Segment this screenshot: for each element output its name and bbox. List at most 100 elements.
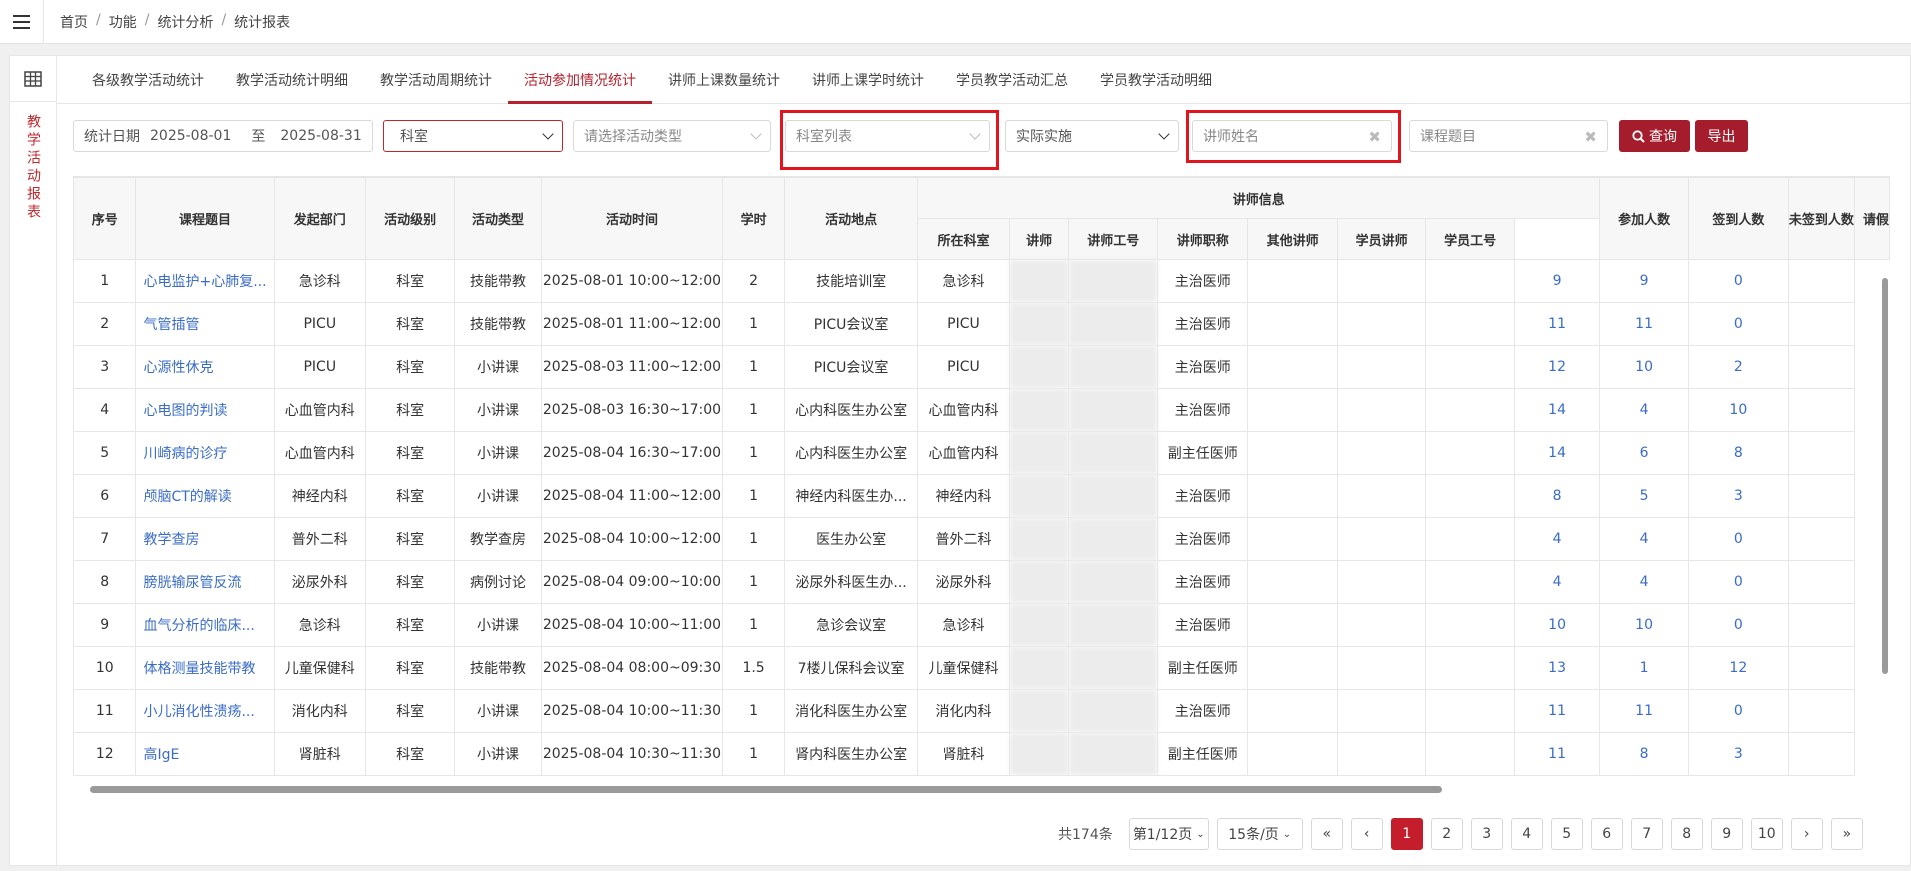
course-title-link[interactable]: 高IgE bbox=[135, 732, 275, 776]
row-signed-count[interactable]: 4 bbox=[1599, 560, 1689, 604]
row-signed-count[interactable]: 10 bbox=[1599, 345, 1689, 389]
course-title-link[interactable]: 体格测量技能带教 bbox=[135, 646, 275, 690]
page-number-button[interactable]: 4 bbox=[1510, 818, 1543, 850]
page-number-button[interactable]: 6 bbox=[1590, 818, 1623, 850]
course-title-link[interactable]: 血气分析的临床... bbox=[135, 603, 275, 647]
course-title-link[interactable]: 教学查房 bbox=[135, 517, 275, 561]
course-title-link[interactable]: 心源性休克 bbox=[135, 345, 275, 389]
course-title-link[interactable]: 心电图的判读 bbox=[135, 388, 275, 432]
row-joined-count[interactable]: 8 bbox=[1513, 474, 1601, 518]
course-title-link[interactable]: 气管插管 bbox=[135, 302, 275, 346]
row-unsigned-count[interactable]: 3 bbox=[1687, 732, 1789, 776]
row-unsigned-count[interactable]: 10 bbox=[1687, 388, 1789, 432]
page-number-button[interactable]: 2 bbox=[1430, 818, 1463, 850]
date-from-input[interactable]: 2025-08-01 bbox=[150, 128, 231, 144]
tab-teacher-hours-stats[interactable]: 讲师上课学时统计 bbox=[796, 56, 940, 103]
activity-type-select[interactable]: 请选择活动类型 bbox=[573, 120, 771, 152]
page-number-button[interactable]: 8 bbox=[1670, 818, 1703, 850]
last-page-button[interactable]: » bbox=[1830, 818, 1863, 850]
vertical-scrollbar-thumb[interactable] bbox=[1882, 278, 1888, 674]
row-unsigned-count[interactable]: 0 bbox=[1687, 517, 1789, 561]
tab-participation-stats[interactable]: 活动参加情况统计 bbox=[508, 56, 652, 104]
page-number-button[interactable]: 10 bbox=[1750, 818, 1783, 850]
row-signed-count[interactable]: 5 bbox=[1599, 474, 1689, 518]
course-title-link[interactable]: 心电监护+心肺复... bbox=[135, 259, 275, 303]
row-other-teacher bbox=[1247, 388, 1338, 432]
dept-level-select[interactable]: 科室 bbox=[383, 120, 563, 152]
breadcrumb-item-function[interactable]: 功能 bbox=[109, 12, 137, 32]
row-joined-count[interactable]: 9 bbox=[1513, 259, 1601, 303]
row-other-teacher bbox=[1247, 560, 1338, 604]
row-joined-count[interactable]: 14 bbox=[1513, 388, 1601, 432]
row-signed-count[interactable]: 1 bbox=[1599, 646, 1689, 690]
row-unsigned-count[interactable]: 8 bbox=[1687, 431, 1789, 475]
row-signed-count[interactable]: 4 bbox=[1599, 388, 1689, 432]
tab-student-summary[interactable]: 学员教学活动汇总 bbox=[940, 56, 1084, 103]
course-title-link[interactable]: 膀胱输尿管反流 bbox=[135, 560, 275, 604]
prev-page-button[interactable]: ‹ bbox=[1350, 818, 1383, 850]
row-joined-count[interactable]: 4 bbox=[1513, 517, 1601, 561]
page-number-button[interactable]: 7 bbox=[1630, 818, 1663, 850]
date-to-input[interactable]: 2025-08-31 bbox=[280, 128, 361, 144]
dept-list-select[interactable]: 科室列表 bbox=[785, 120, 990, 152]
row-joined-count[interactable]: 11 bbox=[1513, 732, 1601, 776]
row-signed-count[interactable]: 8 bbox=[1599, 732, 1689, 776]
course-title-link[interactable]: 小儿消化性溃疡... bbox=[135, 689, 275, 733]
row-signed-count[interactable]: 9 bbox=[1599, 259, 1689, 303]
side-nav-label[interactable]: 教学活动报表 bbox=[23, 114, 43, 222]
row-joined-count[interactable]: 12 bbox=[1513, 345, 1601, 389]
row-unsigned-count[interactable]: 0 bbox=[1687, 259, 1789, 303]
teacher-name-input[interactable]: 讲师姓名 ✖ bbox=[1192, 120, 1392, 152]
tab-stats-detail[interactable]: 教学活动统计明细 bbox=[220, 56, 364, 103]
course-title-link[interactable]: 川崎病的诊疗 bbox=[135, 431, 275, 475]
row-unsigned-count[interactable]: 3 bbox=[1687, 474, 1789, 518]
tab-student-detail[interactable]: 学员教学活动明细 bbox=[1084, 56, 1228, 103]
stats-table-body: 1 心电监护+心肺复... 急诊科 科室 技能带教 2025-08-01 10:00~12… bbox=[73, 259, 1890, 776]
query-button[interactable]: 查询 bbox=[1619, 120, 1690, 152]
export-button[interactable]: 导出 bbox=[1695, 120, 1748, 152]
row-unsigned-count[interactable]: 0 bbox=[1687, 603, 1789, 647]
row-joined-count[interactable]: 11 bbox=[1513, 302, 1601, 346]
row-signed-count[interactable]: 11 bbox=[1599, 689, 1689, 733]
table-grid-icon[interactable] bbox=[10, 56, 56, 102]
page-jump-select[interactable]: 第1/12页 ⌄ bbox=[1128, 818, 1209, 850]
page-number-button[interactable]: 9 bbox=[1710, 818, 1743, 850]
clear-icon[interactable]: ✖ bbox=[1368, 128, 1381, 146]
course-title-link[interactable]: 颅脑CT的解读 bbox=[135, 474, 275, 518]
page-number-button[interactable]: 3 bbox=[1470, 818, 1503, 850]
row-joined-count[interactable]: 10 bbox=[1513, 603, 1601, 647]
course-title-input[interactable]: 课程题目 ✖ bbox=[1409, 120, 1608, 152]
row-signed-count[interactable]: 4 bbox=[1599, 517, 1689, 561]
tab-teacher-count-stats[interactable]: 讲师上课数量统计 bbox=[652, 56, 796, 103]
tab-period-stats[interactable]: 教学活动周期统计 bbox=[364, 56, 508, 103]
row-unsigned-count[interactable]: 2 bbox=[1687, 345, 1789, 389]
next-page-button[interactable]: › bbox=[1790, 818, 1823, 850]
clear-icon[interactable]: ✖ bbox=[1584, 128, 1597, 146]
implement-status-select[interactable]: 实际实施 bbox=[1005, 120, 1179, 152]
date-range-field[interactable]: 统计日期 2025-08-01 至 2025-08-31 bbox=[73, 120, 373, 152]
horizontal-scrollbar[interactable] bbox=[78, 784, 1868, 794]
row-unsigned-count[interactable]: 0 bbox=[1687, 689, 1789, 733]
page-number-button[interactable]: 5 bbox=[1550, 818, 1583, 850]
row-signed-count[interactable]: 10 bbox=[1599, 603, 1689, 647]
row-signed-count[interactable]: 6 bbox=[1599, 431, 1689, 475]
row-unsigned-count[interactable]: 0 bbox=[1687, 560, 1789, 604]
menu-toggle-button[interactable] bbox=[0, 0, 44, 44]
breadcrumb-item-analysis[interactable]: 统计分析 bbox=[157, 12, 213, 32]
row-joined-count[interactable]: 14 bbox=[1513, 431, 1601, 475]
page-number-button[interactable]: 1 bbox=[1390, 818, 1423, 850]
dept-level-value: 科室 bbox=[400, 129, 428, 145]
row-joined-count[interactable]: 11 bbox=[1513, 689, 1601, 733]
row-signed-count[interactable]: 11 bbox=[1599, 302, 1689, 346]
row-joined-count[interactable]: 13 bbox=[1513, 646, 1601, 690]
row-teacher-dept: 肾脏科 bbox=[917, 732, 1010, 776]
row-joined-count[interactable]: 4 bbox=[1513, 560, 1601, 604]
first-page-button[interactable]: « bbox=[1310, 818, 1343, 850]
page-size-select[interactable]: 15条/页 ⌄ bbox=[1216, 818, 1303, 850]
breadcrumb-item-home[interactable]: 首页 bbox=[60, 12, 88, 32]
vertical-scrollbar[interactable] bbox=[1880, 258, 1890, 776]
tab-level-stats[interactable]: 各级教学活动统计 bbox=[76, 56, 220, 103]
row-unsigned-count[interactable]: 0 bbox=[1687, 302, 1789, 346]
row-unsigned-count[interactable]: 12 bbox=[1687, 646, 1789, 690]
horizontal-scrollbar-thumb[interactable] bbox=[90, 786, 1442, 793]
